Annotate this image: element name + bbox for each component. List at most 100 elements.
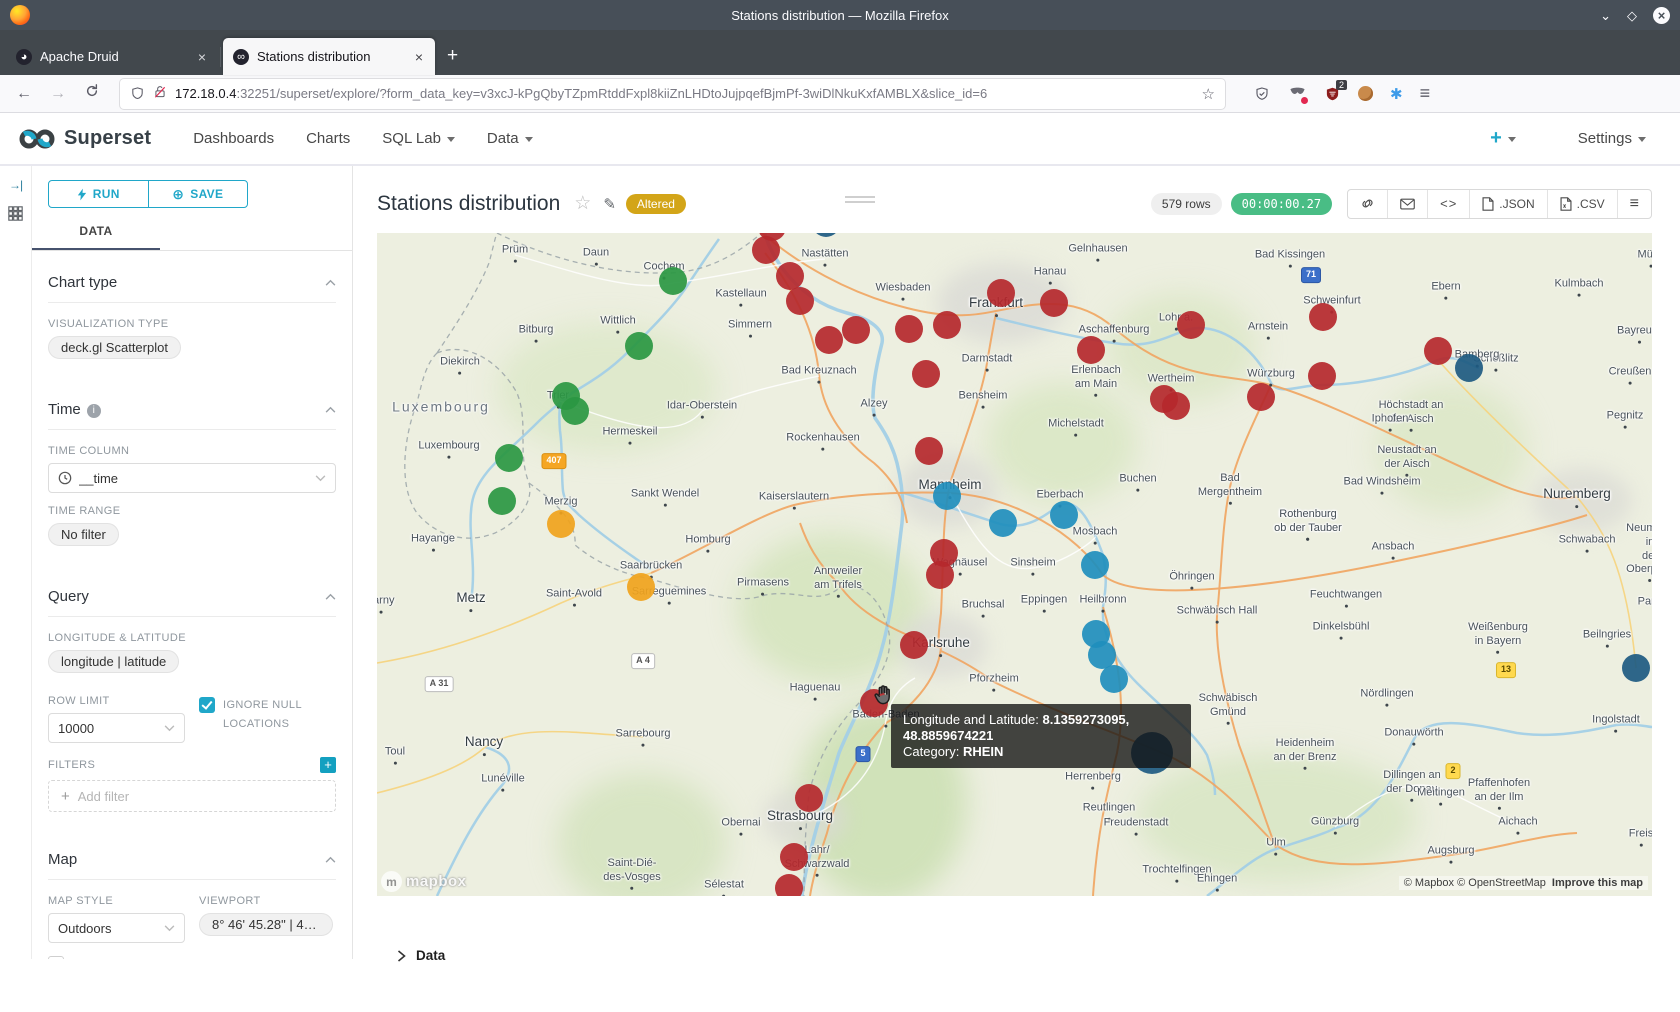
scatter-point[interactable] xyxy=(495,444,523,472)
time-range-value[interactable]: No filter xyxy=(48,523,119,546)
nav-charts[interactable]: Charts xyxy=(290,130,366,147)
data-results-toggle[interactable]: Data xyxy=(377,896,1652,963)
bookmark-star-icon[interactable]: ☆ xyxy=(1202,85,1215,103)
checkbox-unchecked-icon[interactable] xyxy=(48,956,64,959)
tab-stations-distribution[interactable]: ∞ Stations distribution × xyxy=(223,38,435,75)
nav-data[interactable]: Data xyxy=(471,130,549,147)
export-json-button[interactable]: .JSON xyxy=(1469,190,1546,218)
section-map[interactable]: Map xyxy=(48,840,336,880)
section-time[interactable]: Timei xyxy=(48,390,336,430)
datasource-grid-icon[interactable] xyxy=(8,206,23,221)
share-email-button[interactable] xyxy=(1387,190,1427,218)
scatter-point[interactable] xyxy=(900,631,928,659)
ublock-extension-icon[interactable]: 2 xyxy=(1323,85,1341,103)
scatter-point[interactable] xyxy=(795,784,823,812)
scatter-point[interactable] xyxy=(547,510,575,538)
settings-menu[interactable]: Settings xyxy=(1562,130,1662,147)
scatter-point[interactable] xyxy=(488,487,516,515)
url-bar[interactable]: 172.18.0.4:32251/superset/explore/?form_… xyxy=(120,79,1225,109)
add-filter-box[interactable]: + Add filter xyxy=(48,780,336,812)
view-query-button[interactable]: <> xyxy=(1427,190,1469,218)
add-new-button[interactable]: + xyxy=(1474,127,1532,150)
insecure-lock-icon[interactable] xyxy=(153,85,167,102)
reload-button[interactable] xyxy=(78,84,106,103)
checkbox-checked-icon[interactable] xyxy=(199,697,215,713)
scatter-point[interactable] xyxy=(912,360,940,388)
scatter-point[interactable] xyxy=(1309,303,1337,331)
firefox-titlebar[interactable]: Stations distribution — Mozilla Firefox … xyxy=(0,0,1680,30)
copy-link-button[interactable] xyxy=(1348,190,1387,218)
scatter-point[interactable] xyxy=(926,561,954,589)
scatter-point[interactable] xyxy=(915,437,943,465)
map-style-select[interactable]: Outdoors xyxy=(48,913,185,943)
scatter-point[interactable] xyxy=(625,332,653,360)
scatter-point[interactable] xyxy=(776,262,804,290)
tab-data[interactable]: DATA xyxy=(32,224,160,250)
window-minimize-icon[interactable]: ⌄ xyxy=(1600,9,1611,22)
scatter-point[interactable] xyxy=(1081,551,1109,579)
scatter-point[interactable] xyxy=(1162,392,1190,420)
export-csv-button[interactable]: .CSV xyxy=(1547,190,1617,218)
section-chart-type[interactable]: Chart type xyxy=(48,263,336,303)
pocket-shield-icon[interactable] xyxy=(1253,85,1271,103)
nav-sql-lab[interactable]: SQL Lab xyxy=(366,130,471,147)
window-maximize-icon[interactable]: ◇ xyxy=(1627,9,1637,22)
favorite-star-icon[interactable]: ☆ xyxy=(574,192,591,215)
pinwheel-extension-icon[interactable]: ✱ xyxy=(1390,85,1403,103)
cookie-extension-icon[interactable] xyxy=(1358,86,1373,101)
scatter-point[interactable] xyxy=(1308,362,1336,390)
edit-properties-icon[interactable]: ✎ xyxy=(603,195,616,213)
scatter-point[interactable] xyxy=(895,315,923,343)
scatter-point[interactable] xyxy=(812,233,840,237)
scatter-point[interactable] xyxy=(786,287,814,315)
scatter-point[interactable] xyxy=(842,316,870,344)
altered-badge[interactable]: Altered xyxy=(626,194,686,214)
scatter-point[interactable] xyxy=(987,279,1015,307)
ignore-null-checkbox-row[interactable]: IGNORE NULL LOCATIONS xyxy=(199,696,336,733)
mapbox-logo[interactable]: m mapbox xyxy=(381,871,467,892)
scatter-point[interactable] xyxy=(989,509,1017,537)
privacy-mask-extension-icon[interactable] xyxy=(1288,85,1306,103)
scatter-point[interactable] xyxy=(933,482,961,510)
run-button[interactable]: RUN xyxy=(49,181,148,207)
viewport-value[interactable]: 8° 46' 45.28" | 49... xyxy=(199,913,333,936)
scatter-point[interactable] xyxy=(1455,354,1483,382)
scatter-point[interactable] xyxy=(627,573,655,601)
tab-close-icon[interactable]: × xyxy=(196,49,208,65)
scatter-point[interactable] xyxy=(1100,665,1128,693)
tracking-shield-icon[interactable] xyxy=(130,86,145,101)
viz-type-value[interactable]: deck.gl Scatterplot xyxy=(48,336,181,359)
map-attribution[interactable]: © Mapbox © OpenStreetMapImprove this map xyxy=(1399,876,1648,890)
scatter-point[interactable] xyxy=(659,267,687,295)
scatter-point[interactable] xyxy=(780,843,808,871)
improve-map-link[interactable]: Improve this map xyxy=(1552,877,1643,889)
scatter-point[interactable] xyxy=(1050,501,1078,529)
expand-panel-icon[interactable]: →| xyxy=(9,178,22,192)
row-limit-select[interactable]: 10000 xyxy=(48,713,185,743)
scatter-point[interactable] xyxy=(815,326,843,354)
scatter-point[interactable] xyxy=(775,874,803,896)
scatter-point[interactable] xyxy=(561,397,589,425)
section-query[interactable]: Query xyxy=(48,577,336,617)
panel-resize-handle[interactable] xyxy=(845,196,875,206)
back-button[interactable]: ← xyxy=(10,85,38,103)
scatter-point[interactable] xyxy=(1177,311,1205,339)
nav-dashboards[interactable]: Dashboards xyxy=(177,130,290,147)
scatter-point[interactable] xyxy=(933,311,961,339)
scatter-point[interactable] xyxy=(1040,289,1068,317)
firefox-menu-icon[interactable]: ≡ xyxy=(1420,83,1431,104)
chart-options-menu-button[interactable]: ≡ xyxy=(1617,190,1651,218)
superset-logo[interactable]: Superset xyxy=(18,127,151,151)
scatter-point[interactable] xyxy=(1424,337,1452,365)
forward-button[interactable]: → xyxy=(44,85,72,103)
map-canvas[interactable]: PrümDaunCochemNastättenGelnhausenHanauFr… xyxy=(377,233,1652,896)
add-filter-plus-button[interactable]: + xyxy=(320,757,336,773)
new-tab-button[interactable]: + xyxy=(435,45,470,75)
time-column-select[interactable]: __time xyxy=(48,463,336,493)
window-close-icon[interactable]: × xyxy=(1653,7,1670,24)
lonlat-value[interactable]: longitude | latitude xyxy=(48,650,179,673)
scatter-point[interactable] xyxy=(1622,654,1650,682)
save-button[interactable]: ⊕ SAVE xyxy=(148,181,248,207)
scatter-point[interactable] xyxy=(1077,336,1105,364)
scatter-point[interactable] xyxy=(1247,383,1275,411)
